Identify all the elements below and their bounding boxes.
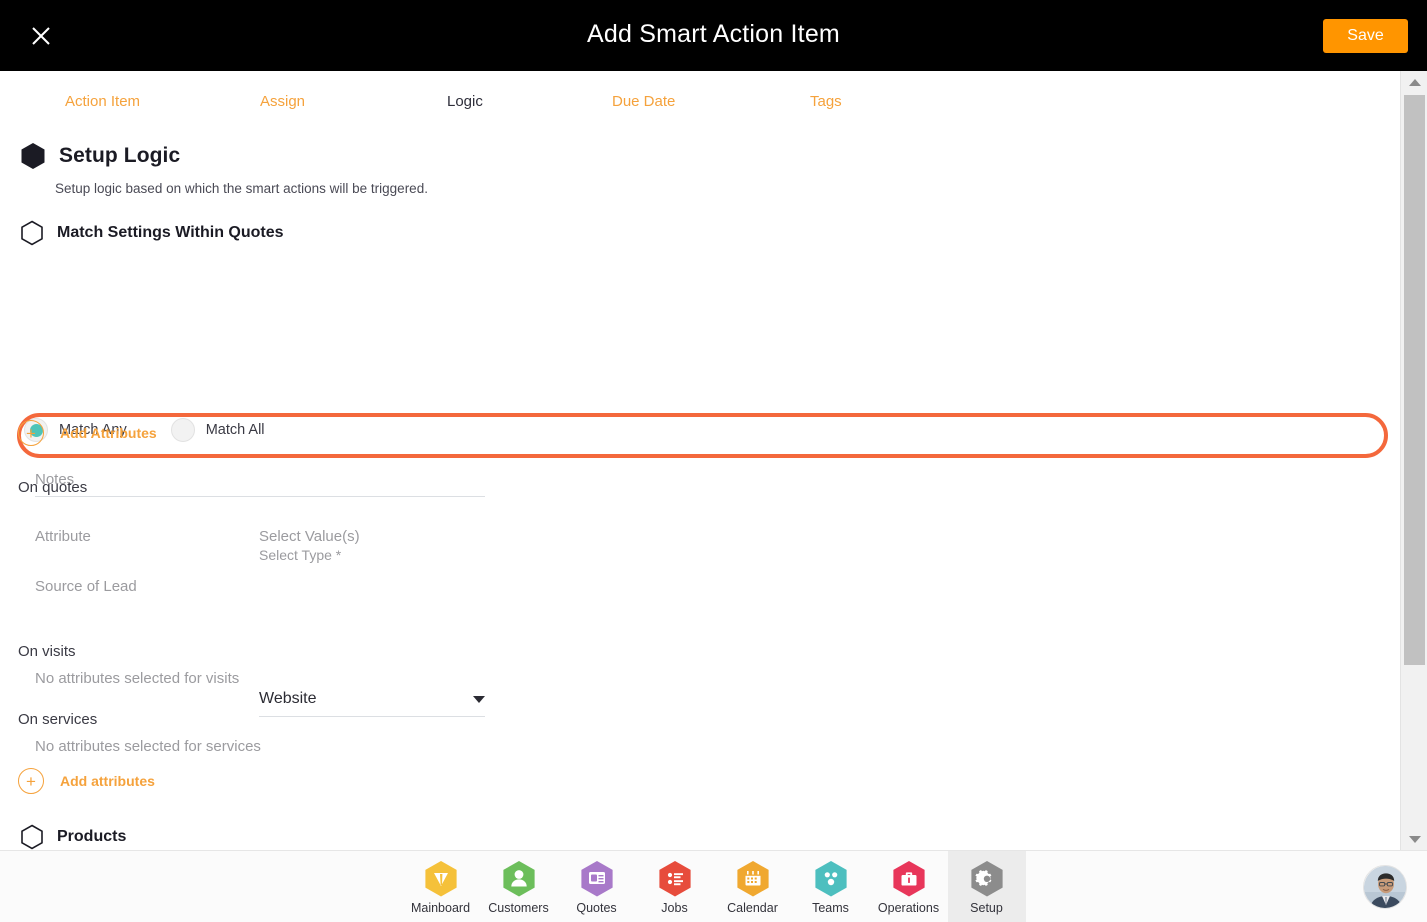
radio-match-all[interactable]: Match All <box>170 418 265 442</box>
nav-item-setup[interactable]: Setup <box>947 851 1026 922</box>
on-visits-empty-text: No attributes selected for visits <box>35 670 240 687</box>
tab-logic[interactable]: Logic <box>447 93 483 110</box>
attribute-column-header: Attribute <box>35 528 91 545</box>
tab-assign[interactable]: Assign <box>260 93 305 110</box>
tab-action-item[interactable]: Action Item <box>65 93 140 110</box>
operations-icon <box>891 860 927 898</box>
notes-field <box>35 471 485 497</box>
nav-label-teams: Teams <box>812 900 849 915</box>
nav-label-calendar: Calendar <box>727 900 778 915</box>
setup-logic-header: Setup Logic <box>20 142 180 170</box>
nav-item-quotes[interactable]: Quotes <box>558 851 636 922</box>
bottom-navigation-bar: Mainboard Customers Quotes Jobs Calendar… <box>0 850 1427 922</box>
match-settings-header: Match Settings Within Quotes <box>20 220 284 246</box>
nav-item-operations[interactable]: Operations <box>870 851 948 922</box>
radio-match-all-label: Match All <box>205 422 265 438</box>
nav-label-operations: Operations <box>877 900 940 915</box>
on-services-group-label: On services <box>18 711 98 728</box>
match-settings-title: Match Settings Within Quotes <box>57 224 284 241</box>
add-attributes-label: Add Attributes <box>60 425 157 441</box>
nav-label-mainboard: Mainboard <box>410 900 471 915</box>
on-quotes-group-label: On quotes <box>18 479 88 496</box>
plus-icon: + <box>18 420 44 446</box>
on-visits-group-label: On visits <box>18 643 76 660</box>
nav-label-quotes: Quotes <box>576 900 617 915</box>
quotes-icon <box>579 860 615 898</box>
add-attributes-services-button[interactable]: + Add attributes <box>18 768 155 794</box>
avatar[interactable] <box>1363 865 1407 909</box>
tab-tags[interactable]: Tags <box>810 93 842 110</box>
scrollbar-thumb[interactable] <box>1404 95 1425 665</box>
logic-content-panel: Setup Logic Setup logic based on which t… <box>0 128 1400 850</box>
nav-item-customers[interactable]: Customers <box>480 851 558 922</box>
chevron-up-icon <box>1408 78 1421 86</box>
attribute-name-value: Source of Lead <box>35 578 137 595</box>
select-type-value: Website <box>259 690 317 707</box>
nav-item-teams[interactable]: Teams <box>792 851 870 922</box>
scroll-up-button[interactable] <box>1401 71 1427 93</box>
select-type-label: Select Type * <box>259 547 342 563</box>
scroll-down-button[interactable] <box>1401 828 1427 850</box>
modal-header: Add Smart Action Item Save <box>0 0 1427 71</box>
mainboard-icon <box>423 860 459 898</box>
select-values-column-header: Select Value(s) <box>259 528 360 545</box>
nav-item-calendar[interactable]: Calendar <box>714 851 792 922</box>
setup-logic-title: Setup Logic <box>59 144 181 167</box>
plus-icon: + <box>18 768 44 794</box>
calendar-icon <box>735 860 771 898</box>
close-button[interactable] <box>25 20 57 52</box>
add-attributes-button[interactable]: + Add Attributes <box>18 420 157 446</box>
chevron-down-icon <box>473 695 485 703</box>
tab-due-date[interactable]: Due Date <box>612 93 675 110</box>
hexagon-outline-icon <box>21 220 43 246</box>
teams-icon <box>813 860 849 898</box>
select-type-dropdown[interactable]: Website <box>259 690 485 717</box>
save-button[interactable]: Save <box>1323 19 1408 53</box>
gear-icon <box>969 860 1005 898</box>
nav-label-jobs: Jobs <box>661 900 688 915</box>
on-services-empty-text: No attributes selected for services <box>35 738 261 755</box>
avatar-photo <box>1364 866 1406 908</box>
vertical-scrollbar[interactable] <box>1400 71 1427 850</box>
jobs-icon <box>657 860 693 898</box>
nav-label-customers: Customers <box>488 900 549 915</box>
nav-label-setup: Setup <box>970 900 1003 915</box>
products-title: Products <box>57 828 127 845</box>
setup-logic-description: Setup logic based on which the smart act… <box>55 181 428 196</box>
close-icon <box>32 27 50 45</box>
notes-input[interactable] <box>35 471 485 497</box>
add-attributes-services-label: Add attributes <box>60 773 155 789</box>
nav-item-jobs[interactable]: Jobs <box>636 851 714 922</box>
add-smart-action-item-screen: Add Smart Action Item Save Action Item A… <box>0 0 1427 922</box>
hexagon-outline-icon <box>21 824 43 850</box>
nav-item-mainboard[interactable]: Mainboard <box>402 851 480 922</box>
chevron-down-icon <box>1408 835 1421 843</box>
hexagon-filled-icon <box>21 143 45 169</box>
customers-icon <box>501 860 537 898</box>
tab-bar: Action Item Assign Logic Due Date Tags <box>0 71 1400 195</box>
radio-match-all-control[interactable] <box>170 418 195 442</box>
products-header: Products <box>20 824 126 850</box>
page-title: Add Smart Action Item <box>587 20 840 48</box>
